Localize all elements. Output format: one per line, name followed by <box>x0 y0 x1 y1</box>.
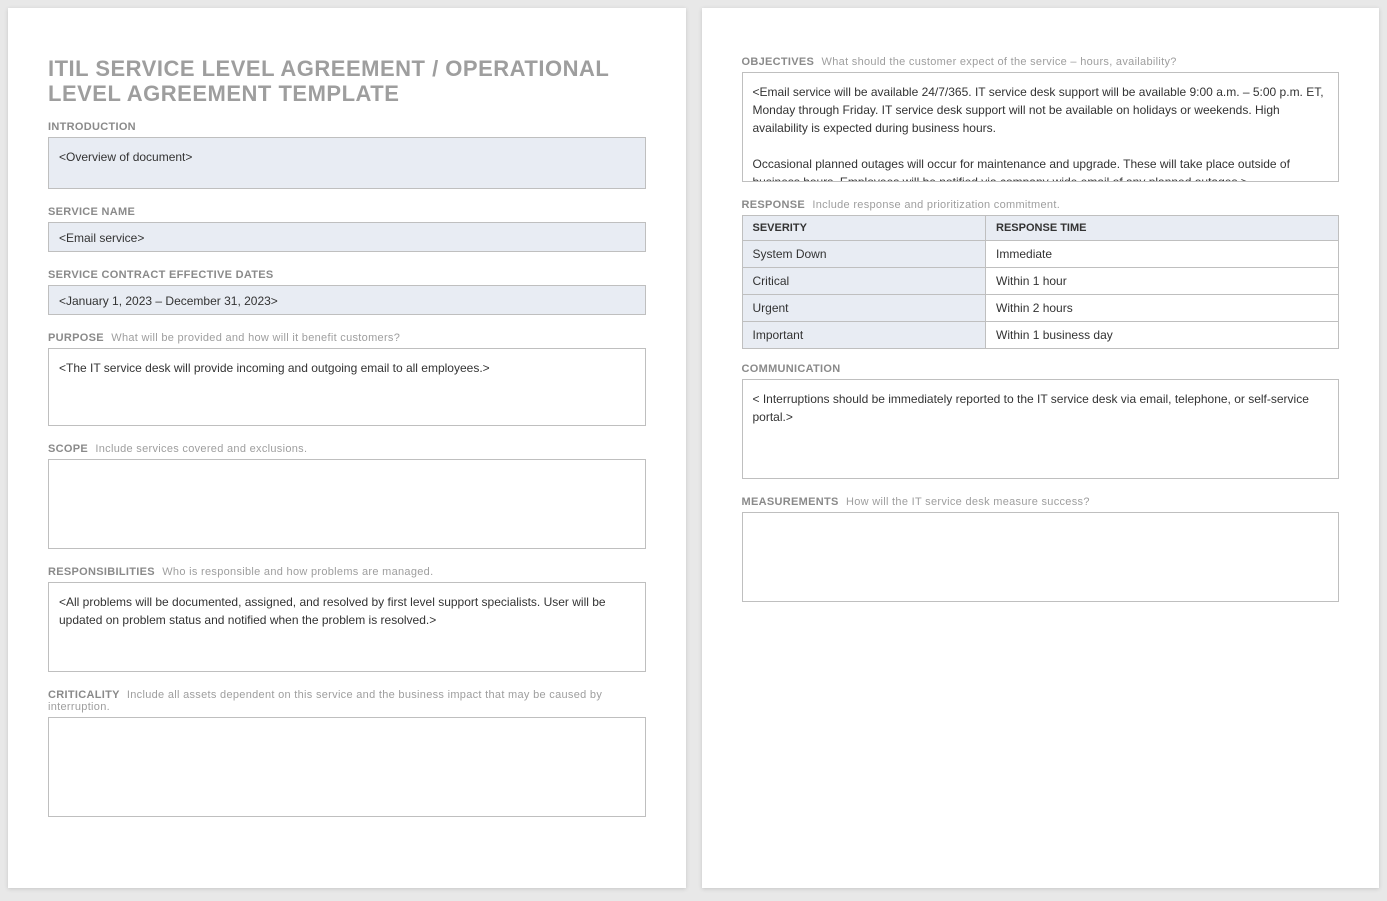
purpose-label: PURPOSE What will be provided and how wi… <box>48 332 646 344</box>
response-hint: Include response and prioritization comm… <box>812 199 1060 211</box>
response-label: RESPONSE Include response and prioritiza… <box>742 199 1340 211</box>
severity-cell: Critical <box>742 268 986 295</box>
criticality-field[interactable] <box>48 717 646 817</box>
responsibilities-label-text: RESPONSIBILITIES <box>48 566 155 578</box>
communication-label: COMMUNICATION <box>742 363 1340 375</box>
purpose-label-text: PURPOSE <box>48 332 104 344</box>
table-row: Important Within 1 business day <box>742 322 1339 349</box>
criticality-label: CRITICALITY Include all assets dependent… <box>48 689 646 713</box>
time-cell: Within 1 business day <box>986 322 1339 349</box>
service-name-field[interactable] <box>48 222 646 252</box>
objectives-field[interactable] <box>742 72 1340 182</box>
severity-cell: System Down <box>742 241 986 268</box>
measurements-label-text: MEASUREMENTS <box>742 496 839 508</box>
response-time-header: RESPONSE TIME <box>986 216 1339 241</box>
table-header-row: SEVERITY RESPONSE TIME <box>742 216 1339 241</box>
response-label-text: RESPONSE <box>742 199 806 211</box>
communication-field[interactable] <box>742 379 1340 479</box>
scope-hint: Include services covered and exclusions. <box>95 443 307 455</box>
objectives-label: OBJECTIVES What should the customer expe… <box>742 56 1340 68</box>
table-row: System Down Immediate <box>742 241 1339 268</box>
purpose-hint: What will be provided and how will it be… <box>111 332 400 344</box>
time-cell: Immediate <box>986 241 1339 268</box>
scope-label-text: SCOPE <box>48 443 88 455</box>
measurements-hint: How will the IT service desk measure suc… <box>846 496 1090 508</box>
scope-label: SCOPE Include services covered and exclu… <box>48 443 646 455</box>
service-name-label: SERVICE NAME <box>48 206 646 218</box>
contract-dates-label: SERVICE CONTRACT EFFECTIVE DATES <box>48 269 646 281</box>
measurements-label: MEASUREMENTS How will the IT service des… <box>742 496 1340 508</box>
objectives-label-text: OBJECTIVES <box>742 56 815 68</box>
response-table: SEVERITY RESPONSE TIME System Down Immed… <box>742 215 1340 349</box>
criticality-hint: Include all assets dependent on this ser… <box>48 689 602 713</box>
table-row: Urgent Within 2 hours <box>742 295 1339 322</box>
table-row: Critical Within 1 hour <box>742 268 1339 295</box>
time-cell: Within 1 hour <box>986 268 1339 295</box>
page-2: OBJECTIVES What should the customer expe… <box>702 8 1380 888</box>
severity-cell: Important <box>742 322 986 349</box>
introduction-field[interactable] <box>48 137 646 189</box>
responsibilities-field[interactable] <box>48 582 646 672</box>
introduction-label: INTRODUCTION <box>48 121 646 133</box>
scope-field[interactable] <box>48 459 646 549</box>
document-title: ITIL SERVICE LEVEL AGREEMENT / OPERATION… <box>48 56 646 107</box>
severity-cell: Urgent <box>742 295 986 322</box>
contract-dates-field[interactable] <box>48 285 646 315</box>
severity-header: SEVERITY <box>742 216 986 241</box>
responsibilities-label: RESPONSIBILITIES Who is responsible and … <box>48 566 646 578</box>
criticality-label-text: CRITICALITY <box>48 689 120 701</box>
purpose-field[interactable] <box>48 348 646 426</box>
page-1: ITIL SERVICE LEVEL AGREEMENT / OPERATION… <box>8 8 686 888</box>
measurements-field[interactable] <box>742 512 1340 602</box>
time-cell: Within 2 hours <box>986 295 1339 322</box>
responsibilities-hint: Who is responsible and how problems are … <box>162 566 433 578</box>
objectives-hint: What should the customer expect of the s… <box>822 56 1177 68</box>
